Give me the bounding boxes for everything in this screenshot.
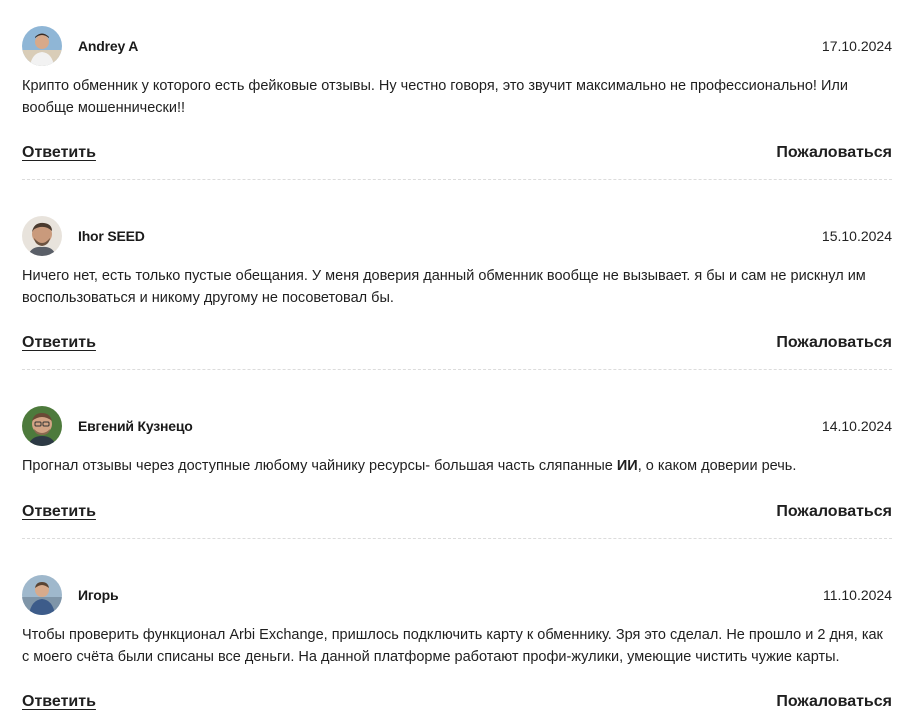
report-link[interactable]: Пожаловаться: [776, 144, 892, 162]
report-link[interactable]: Пожаловаться: [776, 693, 892, 711]
review-actions: Ответить Пожаловаться: [22, 334, 892, 356]
review-divider: [22, 369, 892, 370]
review-header: Игорь 11.10.2024: [22, 575, 892, 615]
review-date: 11.10.2024: [822, 587, 892, 603]
review-text-part: Прогнал отзывы через доступные любому ча…: [22, 458, 617, 474]
review-text: Чтобы проверить функционал Arbi Exchange…: [22, 627, 883, 665]
avatar-photo-icon: [22, 575, 62, 615]
review-date: 14.10.2024: [821, 418, 892, 434]
review-text: Прогнал отзывы через доступные любому ча…: [22, 456, 892, 478]
review-header: Евгений Кузнецо 14.10.2024: [22, 406, 892, 446]
review-date: 17.10.2024: [821, 38, 892, 54]
review-author: Andrey A: [78, 38, 139, 54]
review-actions: Ответить Пожаловаться: [22, 693, 892, 715]
reply-link[interactable]: Ответить: [22, 693, 96, 711]
review-author: Ihor SEED: [78, 228, 145, 244]
avatar: [22, 575, 62, 615]
avatar: [22, 216, 62, 256]
report-link[interactable]: Пожаловаться: [776, 503, 892, 521]
avatar: [22, 26, 62, 66]
report-link[interactable]: Пожаловаться: [776, 334, 892, 352]
review-actions: Ответить Пожаловаться: [22, 503, 892, 525]
avatar-photo-icon: [22, 216, 62, 256]
review-text-part: , о каком доверии речь.: [637, 458, 797, 474]
review-text-bold: ИИ: [616, 458, 638, 474]
avatar-photo-icon: [22, 406, 62, 446]
reviews-list: Andrey A 17.10.2024 Крипто обменник у ко…: [0, 0, 901, 723]
avatar: [22, 406, 62, 446]
review-text: Ничего нет, есть только пустые обещания.…: [22, 268, 866, 306]
review-date: 15.10.2024: [821, 228, 892, 244]
review-header: Ihor SEED 15.10.2024: [22, 216, 892, 256]
review-author: Игорь: [78, 587, 119, 603]
review-divider: [22, 538, 892, 539]
reply-link[interactable]: Ответить: [22, 334, 96, 352]
avatar-photo-icon: [22, 26, 62, 66]
review-text: Крипто обменник у которого есть фейковые…: [22, 78, 848, 116]
reply-link[interactable]: Ответить: [22, 144, 96, 162]
review-header: Andrey A 17.10.2024: [22, 26, 892, 66]
review-actions: Ответить Пожаловаться: [22, 144, 892, 166]
review-divider: [22, 179, 892, 180]
reply-link[interactable]: Ответить: [22, 503, 96, 521]
review-author: Евгений Кузнецо: [78, 418, 193, 434]
